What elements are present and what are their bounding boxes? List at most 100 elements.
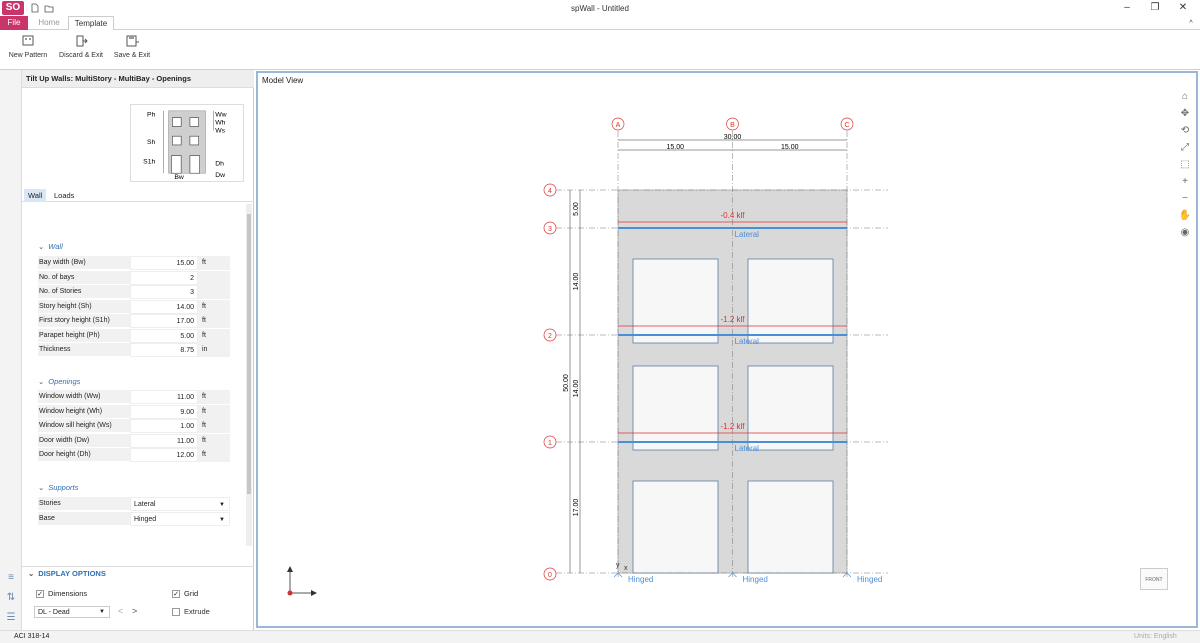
property-label: Base (38, 511, 130, 526)
property-label: Window sill height (Ws) (38, 419, 130, 433)
tab-home[interactable]: Home (34, 16, 64, 30)
property-value-input[interactable]: 3 (130, 285, 198, 299)
property-unit: ft (198, 448, 230, 462)
property-dropdown[interactable]: Lateral ▼ (130, 497, 230, 511)
rotate-icon[interactable]: ⟲ (1178, 125, 1192, 139)
camera-icon[interactable]: ◉ (1178, 227, 1192, 241)
panel-scrollbar-thumb[interactable] (247, 214, 251, 494)
openings-section-header[interactable]: ⌄ Openings (38, 377, 80, 386)
property-value-input[interactable]: 11.00 (130, 390, 198, 404)
property-row: Window height (Wh) 9.00 ft (38, 404, 230, 419)
zoom-out-icon[interactable]: − (1178, 193, 1192, 207)
load-case-value: DL - Dead (38, 609, 70, 616)
property-label: Parapet height (Ph) (38, 328, 130, 343)
grid-label-col: B (730, 122, 735, 129)
units-indicator: Units: English (1134, 633, 1177, 640)
dimensions-checkbox[interactable]: ✓ Dimensions (36, 589, 88, 599)
wall-section-header[interactable]: ⌄ Wall (38, 242, 63, 251)
new-pattern-button[interactable]: New Pattern (8, 34, 48, 59)
property-label: No. of bays (38, 270, 130, 285)
supports-section-header[interactable]: ⌄ Supports (38, 483, 78, 492)
property-row: No. of bays 2 (38, 270, 230, 285)
discard-exit-icon (76, 35, 88, 47)
property-row: Base Hinged ▼ (38, 511, 230, 526)
extrude-checkbox[interactable]: Extrude (172, 607, 210, 617)
property-label: Thickness (38, 343, 130, 357)
pan-hand-icon[interactable]: ✋ (1178, 210, 1192, 224)
property-value-input[interactable]: 1.00 (130, 419, 198, 433)
save-exit-icon (126, 35, 139, 47)
save-exit-button[interactable]: Save & Exit (112, 34, 152, 59)
property-value-input[interactable]: 9.00 (130, 404, 198, 419)
property-label: Window width (Ww) (38, 390, 130, 404)
property-row: Door height (Dh) 12.00 ft (38, 448, 230, 462)
zoom-in-icon[interactable]: + (1178, 176, 1192, 190)
restore-button[interactable]: ❐ (1148, 2, 1162, 14)
list-icon[interactable]: ☰ (4, 612, 18, 624)
dim-span-1: 15.00 (666, 144, 684, 151)
window-opening (747, 258, 834, 344)
property-value-input[interactable]: 15.00 (130, 256, 198, 270)
zoom-window-icon[interactable]: ⬚ (1178, 159, 1192, 173)
view-cube-front[interactable]: FRONT (1140, 568, 1168, 590)
chevron-down-icon: ▼ (219, 516, 225, 523)
supports-section-label: Supports (48, 483, 79, 492)
property-value-input[interactable]: 11.00 (130, 433, 198, 448)
zoom-extents-icon[interactable]: ⤢ (1178, 142, 1192, 156)
load-label: -1.2 klf (720, 422, 745, 431)
extrude-label: Extrude (184, 607, 210, 616)
property-row: Story height (Sh) 14.00 ft (38, 299, 230, 314)
check-icon: ✓ (36, 590, 44, 599)
home-view-icon[interactable]: ⌂ (1178, 91, 1192, 105)
property-value-input[interactable]: 17.00 (130, 314, 198, 328)
discard-exit-label: Discard & Exit (59, 52, 103, 59)
arrange-icon[interactable]: ⇅ (4, 592, 18, 604)
property-value-input[interactable]: 14.00 (130, 299, 198, 314)
grid-label-row: 3 (548, 226, 552, 233)
property-value-input[interactable]: 12.00 (130, 448, 198, 462)
orbit-icon[interactable]: ✥ (1178, 108, 1192, 122)
dim-span-2: 15.00 (781, 144, 799, 151)
door-opening (632, 480, 719, 574)
tab-template[interactable]: Template (68, 16, 114, 31)
grid-label-col: A (616, 122, 621, 129)
preview-ws: Ws (215, 127, 225, 134)
tab-wall[interactable]: Wall (24, 189, 47, 202)
next-arrow-icon[interactable]: > (132, 606, 137, 616)
property-unit: ft (198, 299, 230, 314)
minimize-button[interactable]: – (1120, 2, 1134, 14)
display-options-header[interactable]: ⌄ DISPLAY OPTIONS (22, 566, 254, 580)
model-view[interactable]: Model View A B C 4 3 2 1 0 30.00 15.00 15.00 50.00 5… (256, 71, 1198, 628)
tab-loads[interactable]: Loads (50, 189, 78, 202)
dim-story-height: 17.00 (573, 499, 580, 517)
wall-drawing[interactable]: A B C 4 3 2 1 0 30.00 15.00 15.00 50.00 5.00 14.00 14.… (258, 73, 1196, 626)
grid-label-row: 0 (548, 572, 552, 579)
dimensions-label: Dimensions (48, 589, 88, 598)
property-label: Stories (38, 497, 130, 511)
discard-exit-button[interactable]: Discard & Exit (58, 34, 104, 59)
prev-arrow-icon[interactable]: < (118, 606, 123, 616)
property-value-input[interactable]: 2 (130, 270, 198, 285)
openings-section-label: Openings (48, 377, 81, 386)
tab-file[interactable]: File (0, 16, 28, 30)
hinged-support-label: Hinged (857, 575, 882, 584)
design-code: ACI 318-14 (14, 633, 50, 640)
property-row: Window width (Ww) 11.00 ft (38, 390, 230, 404)
property-row: Thickness 8.75 in (38, 343, 230, 357)
sort-icon[interactable]: ≡ (4, 572, 18, 584)
property-value-input[interactable]: 8.75 (130, 343, 198, 357)
property-dropdown[interactable]: Hinged ▼ (130, 511, 230, 526)
grid-label-row: 1 (548, 440, 552, 447)
title-bar: SO spWall - Untitled – ❐ ✕ (0, 0, 1200, 16)
collapse-ribbon-icon[interactable]: ^ (1184, 18, 1198, 30)
lateral-support-label: Lateral (735, 444, 760, 453)
grid-label-row: 4 (548, 188, 552, 195)
load-case-select[interactable]: DL - Dead ▼ (34, 606, 110, 618)
dim-total-height: 50.00 (563, 374, 570, 392)
grid-checkbox[interactable]: ✓ Grid (172, 589, 198, 599)
load-label: -0.4 klf (720, 211, 745, 220)
property-value-input[interactable]: 5.00 (130, 328, 198, 343)
close-button[interactable]: ✕ (1176, 2, 1190, 14)
property-row: First story height (S1h) 17.00 ft (38, 314, 230, 328)
chevron-down-icon: ▼ (219, 502, 225, 508)
